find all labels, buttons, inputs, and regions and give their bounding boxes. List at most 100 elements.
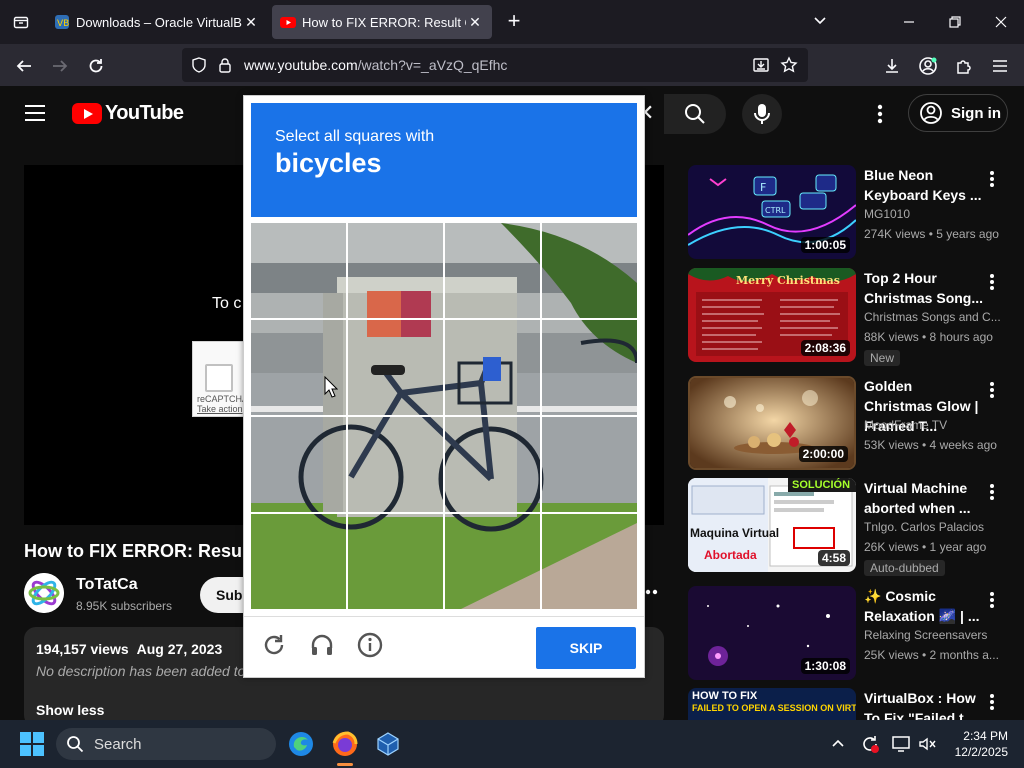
recommendation-channel[interactable]: Tnlgo. Carlos Palacios — [864, 520, 1000, 534]
volume-muted-icon[interactable] — [916, 732, 940, 756]
kebab-menu-icon[interactable] — [984, 692, 1000, 712]
taskbar-clock[interactable]: 2:34 PM 12/2/2025 — [944, 728, 1008, 760]
svg-text:VB: VB — [57, 19, 69, 29]
recommendation-item[interactable]: HOW TO FIX FAILED TO OPEN A SESSION ON V… — [688, 688, 1008, 720]
chevron-up-icon[interactable] — [826, 732, 850, 756]
forward-arrow-icon[interactable] — [46, 52, 74, 80]
video-duration: 2:00:00 — [798, 446, 848, 462]
reload-challenge-icon[interactable] — [258, 629, 290, 661]
svg-text:F: F — [760, 181, 766, 194]
shield-icon[interactable] — [190, 56, 208, 74]
kebab-menu-icon[interactable] — [984, 272, 1000, 292]
edge-browser-icon[interactable] — [285, 728, 317, 760]
recommendation-channel[interactable]: MoodFrame TV — [864, 418, 1000, 432]
mouse-cursor-icon — [324, 375, 339, 403]
kebab-menu-icon[interactable] — [984, 380, 1000, 400]
more-options-icon[interactable] — [868, 102, 892, 126]
recommendation-title[interactable]: Virtual Machine aborted when ... — [864, 478, 984, 518]
recaptcha-widget[interactable]: reCAPTCHA Take action — [192, 341, 248, 417]
video-thumbnail[interactable]: Merry Christmas 2:08:36 — [688, 268, 856, 362]
audio-challenge-icon[interactable] — [306, 629, 338, 661]
chevron-down-icon[interactable] — [812, 12, 836, 32]
challenge-image-grid[interactable] — [251, 223, 637, 609]
account-icon[interactable] — [914, 52, 942, 80]
vm-thumb-solucion: SOLUCIÓN — [792, 479, 851, 491]
recommendation-channel[interactable]: Christmas Songs and C... — [864, 310, 1000, 324]
recommendation-item[interactable]: 2:00:00 Golden Christmas Glow | Framed T… — [688, 376, 1008, 472]
sign-in-button[interactable]: Sign in — [908, 94, 1008, 132]
video-thumbnail[interactable]: HOW TO FIX FAILED TO OPEN A SESSION ON V… — [688, 688, 856, 720]
hamburger-menu-icon[interactable] — [986, 52, 1014, 80]
recommendation-meta: 88K views • 8 hours ago — [864, 330, 993, 344]
vm-thumb-maquina: Maquina Virtual — [690, 526, 780, 540]
channel-name[interactable]: ToTatCa — [76, 576, 138, 594]
voice-search-button[interactable] — [742, 94, 782, 134]
reload-icon[interactable] — [82, 52, 110, 80]
recommendation-title[interactable]: ✨ Cosmic Relaxation 🌌 | ... — [864, 586, 984, 626]
kebab-menu-icon[interactable] — [984, 590, 1000, 610]
challenge-instruction: Select all squares with — [275, 128, 435, 145]
minimize-window-button[interactable] — [894, 8, 924, 36]
recommendation-channel[interactable]: MG1010 — [864, 207, 1000, 221]
recommendation-title[interactable]: VirtualBox : How To Fix "Failed t... — [864, 688, 984, 720]
view-count: 194,157 views — [36, 641, 129, 657]
search-icon — [685, 104, 705, 124]
virtualbox-favicon-icon: VB — [54, 14, 70, 30]
back-arrow-icon[interactable] — [10, 52, 38, 80]
search-button[interactable] — [664, 94, 726, 134]
recaptcha-take-action-link[interactable]: Take action — [197, 404, 243, 414]
taskbar-search-box[interactable]: Search — [56, 728, 276, 760]
url-path: /watch?v=_aVzQ_qEfhc — [357, 57, 508, 73]
extensions-puzzle-icon[interactable] — [950, 52, 978, 80]
virtualbox-app-icon[interactable] — [372, 728, 404, 760]
youtube-favicon-icon — [280, 14, 296, 30]
show-less-button[interactable]: Show less — [36, 702, 104, 718]
close-tab-icon[interactable]: ✕ — [242, 14, 260, 31]
sync-alert-icon[interactable] — [858, 732, 882, 756]
tab-youtube-video[interactable]: How to FIX ERROR: Result Code ✕ — [272, 5, 492, 39]
windows-taskbar: Search 2:34 PM 12/2/2025 — [0, 720, 1024, 768]
new-tab-button[interactable]: + — [502, 10, 526, 34]
recommendation-title[interactable]: Blue Neon Keyboard Keys ... — [864, 165, 984, 205]
recommendation-channel[interactable]: Relaxing Screensavers — [864, 628, 1000, 642]
restore-window-button[interactable] — [940, 8, 970, 36]
reader-view-icon[interactable] — [752, 56, 770, 74]
video-thumbnail[interactable]: F CTRL 1:00:05 — [688, 165, 856, 259]
recommendation-item[interactable]: Merry Christmas 2:08:36 Top 2 Hour Chris… — [688, 268, 1008, 366]
close-tab-icon[interactable]: ✕ — [466, 14, 484, 31]
recaptcha-label: reCAPTCHA — [197, 394, 249, 404]
video-duration: 1:30:08 — [800, 658, 850, 674]
skip-button[interactable]: SKIP — [536, 627, 636, 669]
recommendation-title[interactable]: Top 2 Hour Christmas Song... — [864, 268, 984, 308]
display-icon[interactable] — [890, 732, 914, 756]
video-duration: 2:08:36 — [800, 340, 850, 356]
url-bar[interactable]: www.youtube.com/watch?v=_aVzQ_qEfhc — [182, 48, 808, 82]
recommendation-item[interactable]: 1:30:08 ✨ Cosmic Relaxation 🌌 | ... Rela… — [688, 586, 1008, 682]
hamburger-menu-icon[interactable] — [24, 104, 48, 124]
close-window-button[interactable] — [986, 8, 1016, 36]
video-duration: 1:00:05 — [800, 237, 850, 253]
recommendation-meta: 25K views • 2 months a... — [864, 648, 999, 662]
bookmark-star-icon[interactable] — [780, 56, 798, 74]
tab-virtualbox-downloads[interactable]: VB Downloads – Oracle VirtualBox ✕ — [46, 5, 268, 39]
video-title: How to FIX ERROR: Resu — [24, 541, 243, 561]
downloads-icon[interactable] — [878, 52, 906, 80]
recaptcha-checkbox[interactable] — [205, 364, 233, 392]
video-thumbnail[interactable]: SOLUCIÓN Maquina Virtual Abortada 4:58 — [688, 478, 856, 572]
channel-avatar[interactable] — [24, 573, 64, 613]
recommendation-item[interactable]: SOLUCIÓN Maquina Virtual Abortada 4:58 V… — [688, 478, 1008, 576]
tab-title: Downloads – Oracle VirtualBox — [76, 14, 242, 30]
firefox-browser-icon[interactable] — [329, 728, 361, 766]
video-thumbnail[interactable]: 1:30:08 — [688, 586, 856, 680]
christmas-thumb-text: Merry Christmas — [736, 274, 840, 287]
windows-start-icon[interactable] — [20, 732, 44, 756]
youtube-logo[interactable]: YouTube — [72, 102, 184, 125]
clock-date: 12/2/2025 — [954, 745, 1008, 759]
lock-icon[interactable] — [216, 56, 234, 74]
video-thumbnail[interactable]: 2:00:00 — [688, 376, 856, 470]
kebab-menu-icon[interactable] — [984, 169, 1000, 189]
info-icon[interactable] — [354, 629, 386, 661]
recommendation-item[interactable]: F CTRL 1:00:05 Blue Neon Keyboard Keys ..… — [688, 165, 1008, 261]
kebab-menu-icon[interactable] — [984, 482, 1000, 502]
tab-list-icon[interactable] — [8, 10, 34, 34]
